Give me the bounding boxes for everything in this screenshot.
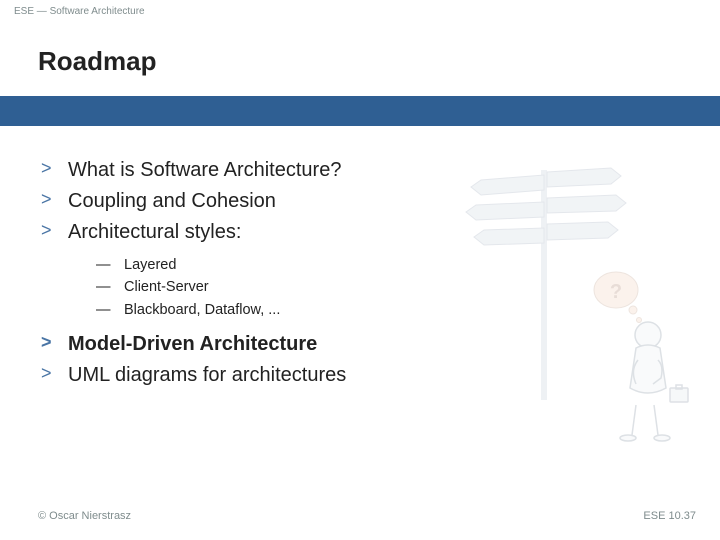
roadmap-list-cont: Model-Driven Architecture UML diagrams f… — [38, 329, 538, 391]
slide-title: Roadmap — [38, 46, 156, 77]
footer-page-number: ESE 10.37 — [643, 510, 696, 522]
list-item: Model-Driven Architecture — [38, 329, 538, 360]
list-item-text: What is Software Architecture? — [68, 159, 341, 181]
list-item-text: Model-Driven Architecture — [68, 333, 317, 355]
sublist-item: Client-Server — [96, 276, 538, 298]
sublist-item-text: Layered — [124, 257, 176, 273]
sublist-item-text: Client-Server — [124, 279, 209, 295]
sublist-item-text: Blackboard, Dataflow, ... — [124, 302, 280, 318]
sublist-item: Blackboard, Dataflow, ... — [96, 299, 538, 321]
slide: ESE — Software Architecture Roadmap ? — [0, 0, 720, 540]
content-area: What is Software Architecture? Coupling … — [38, 155, 538, 391]
sublist-item: Layered — [96, 254, 538, 276]
list-item: UML diagrams for architectures — [38, 360, 538, 391]
list-item-text: Coupling and Cohesion — [68, 190, 276, 212]
roadmap-list: What is Software Architecture? Coupling … — [38, 155, 538, 248]
title-band — [0, 96, 720, 126]
list-item-text: Architectural styles: — [68, 221, 241, 243]
list-item: Architectural styles: — [38, 217, 538, 248]
list-item: What is Software Architecture? — [38, 155, 538, 186]
footer-copyright: © Oscar Nierstrasz — [38, 510, 131, 522]
list-item-text: UML diagrams for architectures — [68, 364, 346, 386]
header-course-label: ESE — Software Architecture — [14, 6, 145, 17]
list-item: Coupling and Cohesion — [38, 186, 538, 217]
roadmap-sublist: Layered Client-Server Blackboard, Datafl… — [96, 254, 538, 321]
svg-text:?: ? — [610, 281, 622, 303]
